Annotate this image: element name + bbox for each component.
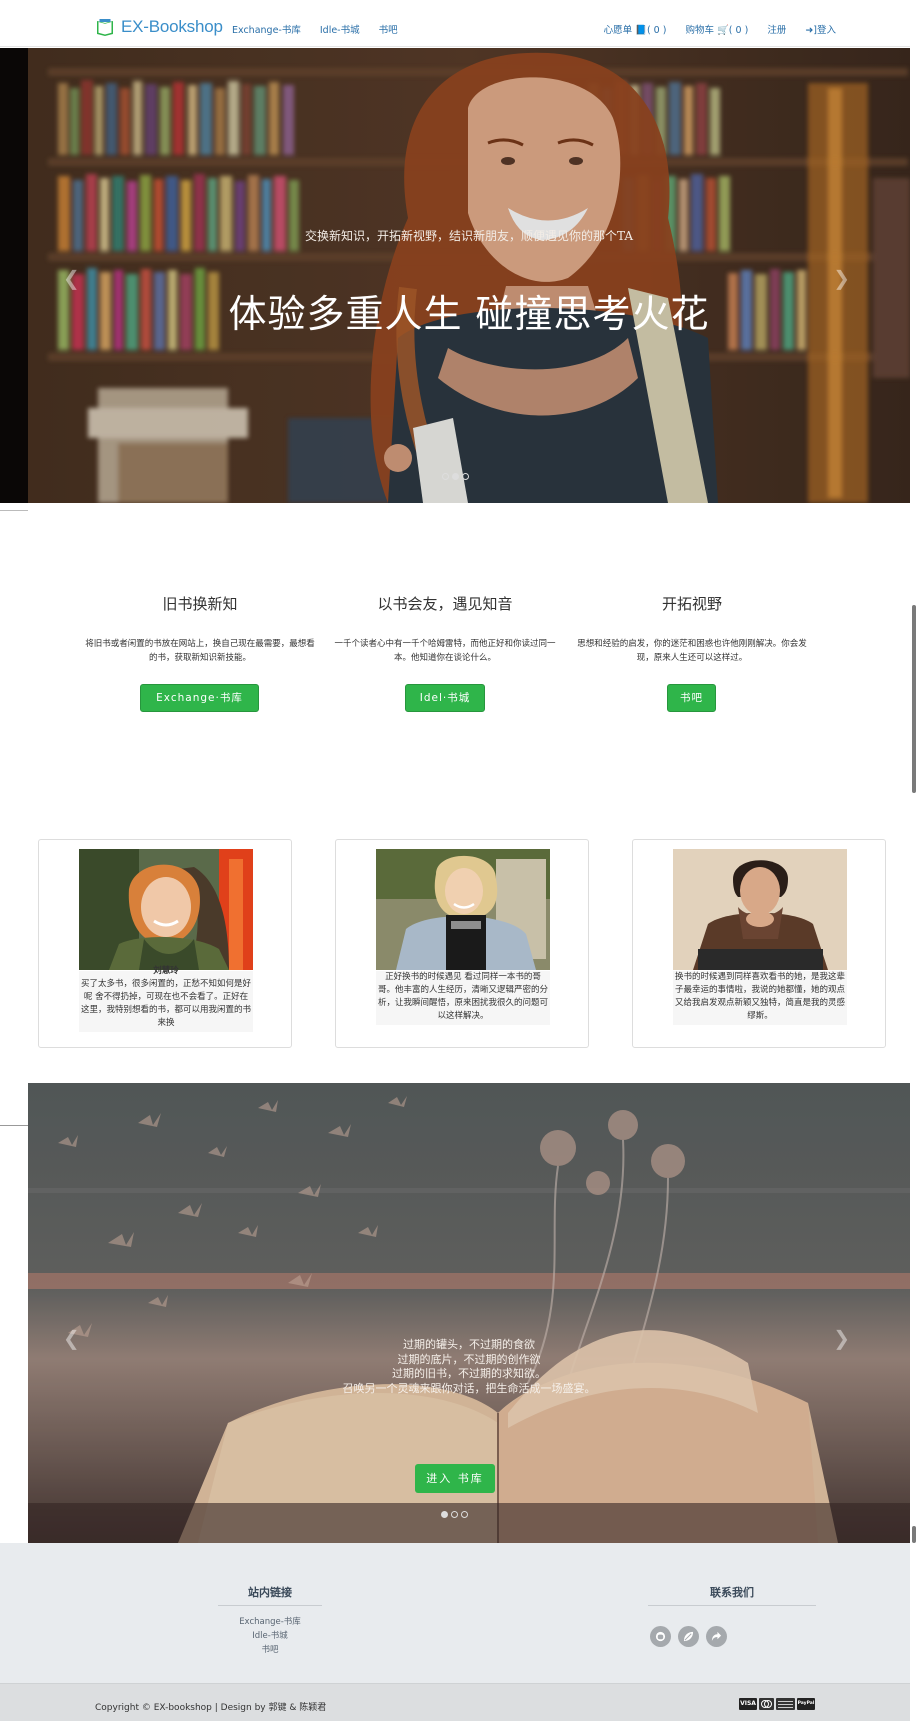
book-logo-icon [97,19,113,36]
carousel-prev-arrow[interactable]: ❮ [63,266,80,290]
visa-icon: VISA [739,1698,757,1710]
feature-exchange: 旧书换新知 将旧书或者闲置的书放在网站上，换自己现在最需要，最想看的书，获取新知… [85,593,315,665]
carousel-prev-arrow[interactable]: ❮ [63,1326,80,1350]
exchange-button[interactable]: Exchange·书库 [140,684,259,712]
carousel-next-arrow[interactable]: ❯ [833,1326,850,1350]
nav-link-idle[interactable]: Idle-书城 [320,22,360,36]
footer-link-idle[interactable]: Idle-书城 [218,1629,322,1641]
feature-title: 开拓视野 [661,595,722,613]
carousel-dot-active[interactable] [452,473,459,480]
book-bar-button[interactable]: 书吧 [667,684,716,712]
footer-link-book-bar[interactable]: 书吧 [218,1643,322,1655]
brand-name: EX-Bookshop [121,17,223,36]
testimonial-photo [673,849,847,970]
testimonial-photo [79,849,253,970]
site-links-title: 站内链接 [248,1586,292,1599]
contact-title: 联系我们 [710,1586,754,1599]
testimonial-photo [376,849,550,970]
mastercard-icon [759,1698,774,1710]
testimonial-card: 换书的时候遇到同样喜欢看书的她，是我这辈子最幸运的事情啦，我说的她都懂，她的观点… [632,839,886,1048]
testimonial-text: 换书的时候遇到同样喜欢看书的她，是我这辈子最幸运的事情啦，我说的她都懂，她的观点… [673,971,847,1025]
testimonial-text: 刘慧玲 买了太多书，很多闲置的，正愁不知如何是好呢 舍不得扔掉，可现在也不会看了… [79,966,253,1032]
nav-login[interactable]: ➜]登入 [805,22,836,36]
divider [218,1605,322,1606]
carousel-dot[interactable] [442,473,449,480]
book-carousel: 过期的罐头，不过期的食欲 过期的底片，不过期的创作欲 过期的旧书，不过期的求知欲… [28,1083,910,1543]
share-icon[interactable] [706,1626,727,1647]
carousel-dot[interactable] [451,1511,458,1518]
feature-text: 思想和经验的启发，你的迷茫和困惑也许他刚刚解决。你会发现，原来人生还可以这样过。 [577,639,807,663]
hero-title: 体验多重人生 碰撞思考火花 [228,292,710,336]
nav-link-exchange[interactable]: Exchange-书库 [232,22,301,36]
feature-text: 一千个读者心中有一千个哈姆雷特，而他正好和你读过同一本。他知道你在谈论什么。 [334,639,556,663]
hero-subtitle: 交换新知识，开拓新视野，结识新朋友，顺便遇见你的那个TA [304,229,634,243]
github-icon[interactable] [650,1626,671,1647]
carousel-next-arrow[interactable]: ❯ [833,266,850,290]
nav-register[interactable]: 注册 [767,22,786,36]
hero-background-image [28,48,910,503]
testimonial-card: 刘慧玲 买了太多书，很多闲置的，正愁不知如何是好呢 舍不得扔掉，可现在也不会看了… [38,839,292,1048]
copyright-bar: Copyright © EX-bookshop | Design by 郭键 &… [0,1683,910,1721]
carousel-edge [0,48,28,511]
brand[interactable]: EX-Bookshop [95,16,223,38]
amex-icon [776,1698,795,1710]
carousel-dot[interactable] [461,1511,468,1518]
feature-vision: 开拓视野 思想和经验的启发，你的迷茫和困惑也许他刚刚解决。你会发现，原来人生还可… [577,593,807,665]
nav-cart[interactable]: 购物车 🛒( 0 ) [685,22,748,36]
scrollbar-thumb[interactable] [912,605,916,793]
testimonial-text: 正好换书的时候遇见 看过同样一本书的哥哥。他丰富的人生经历，清晰又逻辑严密的分析… [376,971,550,1025]
footer: 站内链接 Exchange-书库 Idle-书城 书吧 联系我们 [0,1543,910,1683]
paypal-icon: PayPal [797,1698,815,1710]
idle-button[interactable]: Idel·书城 [405,684,485,712]
nav-wishlist[interactable]: 心愿单 📘( 0 ) [604,22,667,36]
footer-link-exchange[interactable]: Exchange-书库 [218,1615,322,1627]
copyright-text: Copyright © EX-bookshop | Design by 郭键 &… [95,1703,327,1713]
carousel-indicators [442,473,469,480]
feature-text: 将旧书或者闲置的书放在网站上，换自己现在最需要，最想看的书，获取新知识新技能。 [85,639,315,663]
feature-title: 以书会友，遇见知音 [377,595,513,613]
nav-link-book-bar[interactable]: 书吧 [379,22,398,36]
feature-title: 旧书换新知 [162,595,238,613]
scrollbar-thumb[interactable] [912,1526,916,1543]
feature-friends: 以书会友，遇见知音 一千个读者心中有一千个哈姆雷特，而他正好和你读过同一本。他知… [330,593,560,665]
payment-methods: VISA PayPal [739,1698,815,1710]
hero-carousel: 交换新知识，开拓新视野，结识新朋友，顺便遇见你的那个TA 体验多重人生 碰撞思考… [28,48,910,503]
divider [648,1605,816,1606]
navbar: EX-Bookshop Exchange-书库 Idle-书城 书吧 心愿单 📘… [0,0,910,47]
enter-library-button[interactable]: 进入 书库 [415,1464,495,1493]
leaf-icon[interactable] [678,1626,699,1647]
carousel-edge [0,1083,28,1126]
carousel-dot[interactable] [462,473,469,480]
poem-text: 过期的罐头，不过期的食欲 过期的底片，不过期的创作欲 过期的旧书，不过期的求知欲… [342,1338,596,1395]
testimonial-author: 刘慧玲 [153,966,179,976]
carousel-indicators [441,1511,468,1518]
carousel-dot-active[interactable] [441,1511,448,1518]
testimonial-card: 正好换书的时候遇见 看过同样一本书的哥哥。他丰富的人生经历，清晰又逻辑严密的分析… [335,839,589,1048]
